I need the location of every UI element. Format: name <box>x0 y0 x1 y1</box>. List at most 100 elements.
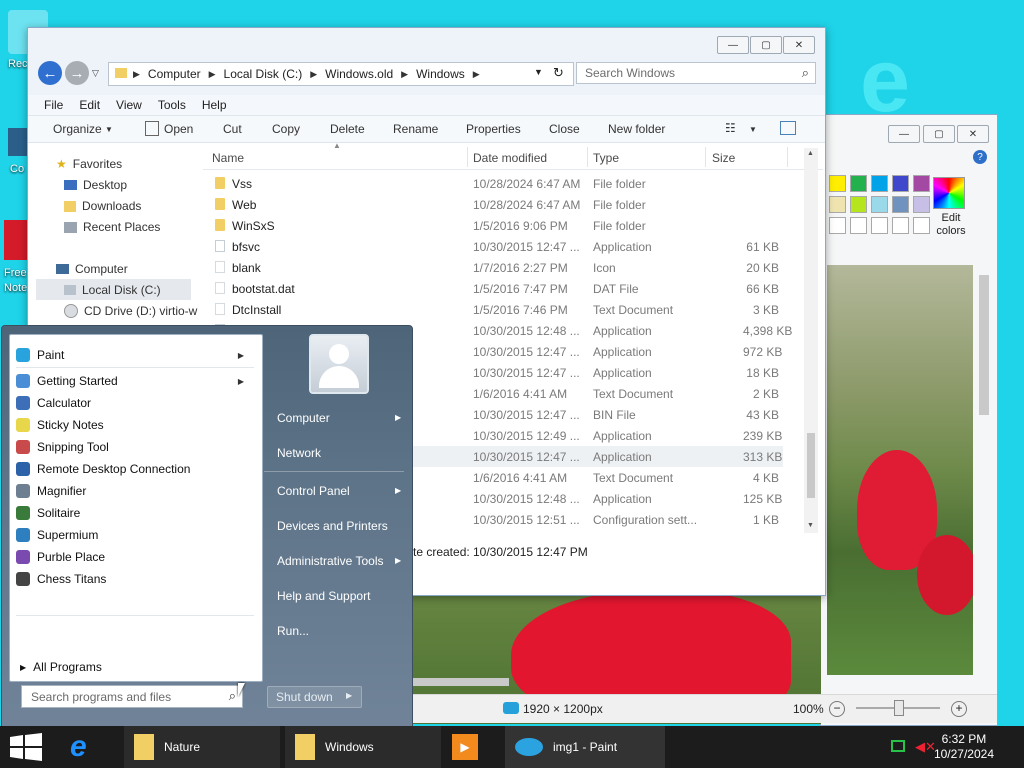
edit-colors-label[interactable]: Edit colors <box>931 212 971 238</box>
start-item-run[interactable]: Run... <box>277 624 309 638</box>
color-swatch[interactable] <box>829 217 846 234</box>
explorer-maximize-button[interactable]: ▢ <box>750 36 782 54</box>
start-item-network[interactable]: Network <box>277 446 321 460</box>
start-item-devices-printers[interactable]: Devices and Printers <box>277 519 388 533</box>
column-type[interactable]: Type <box>593 151 619 165</box>
menu-tools[interactable]: Tools <box>150 98 194 112</box>
start-search-input[interactable]: Search programs and files ⌕ <box>21 685 243 708</box>
volume-muted-icon[interactable]: ◀✕ <box>915 739 936 755</box>
network-icon[interactable] <box>891 740 905 752</box>
start-program-item[interactable]: Supermium <box>16 525 254 545</box>
color-swatch[interactable] <box>913 217 930 234</box>
nav-desktop[interactable]: Desktop <box>64 176 127 194</box>
desktop-icon-notes[interactable]: Note <box>4 282 27 294</box>
file-row[interactable]: blank 1/7/2016 2:27 PM Icon 20 KB <box>203 257 783 278</box>
color-swatch[interactable] <box>871 175 888 192</box>
color-swatch[interactable] <box>829 175 846 192</box>
nav-favorites[interactable]: ★ Favorites <box>56 155 122 173</box>
scroll-down-icon[interactable]: ▼ <box>807 522 814 529</box>
breadcrumb-local-disk[interactable]: Local Disk (C:) <box>218 67 309 81</box>
copy-button[interactable]: Copy <box>272 122 300 136</box>
file-row[interactable]: bfsvc 10/30/2015 12:47 ... Application 61 K… <box>203 236 783 257</box>
windows-start-icon[interactable] <box>10 733 42 761</box>
search-icon[interactable]: ⌕ <box>229 688 236 704</box>
taskbar-internet-explorer[interactable]: e <box>70 726 110 768</box>
start-program-item[interactable]: Magnifier <box>16 481 254 501</box>
column-size[interactable]: Size <box>712 151 735 165</box>
menu-view[interactable]: View <box>108 98 150 112</box>
paint-maximize-button[interactable]: ▢ <box>923 125 955 143</box>
taskbar-item-windows[interactable]: Windows <box>285 726 441 768</box>
taskbar-item-nature[interactable]: Nature <box>124 726 280 768</box>
color-swatch[interactable] <box>913 175 930 192</box>
file-row[interactable]: bootstat.dat 1/5/2016 7:47 PM DAT File 66 K… <box>203 278 783 299</box>
shutdown-button[interactable]: Shut down ▶ <box>267 686 362 708</box>
start-item-computer[interactable]: Computer <box>277 411 330 425</box>
color-swatch[interactable] <box>850 196 867 213</box>
zoom-slider-thumb[interactable] <box>894 700 904 716</box>
start-program-item[interactable]: Paint ▶ <box>16 345 254 365</box>
paint-horizontal-scrollbar[interactable] <box>411 678 509 686</box>
breadcrumb-windows-old[interactable]: Windows.old <box>319 67 399 81</box>
back-button[interactable]: ← <box>38 61 62 85</box>
nav-downloads[interactable]: Downloads <box>64 197 141 215</box>
desktop-icon-computer[interactable]: Co <box>10 163 24 175</box>
properties-button[interactable]: Properties <box>466 122 521 136</box>
column-date-modified[interactable]: Date modified <box>473 151 547 165</box>
nav-local-disk[interactable]: Local Disk (C:) <box>64 281 161 299</box>
system-clock[interactable]: 6:32 PM 10/27/2024 <box>934 732 994 762</box>
breadcrumb-windows[interactable]: Windows <box>410 67 471 81</box>
preview-pane-icon[interactable] <box>780 121 796 135</box>
scrollbar-thumb[interactable] <box>807 433 815 498</box>
paint-vertical-scrollbar[interactable] <box>979 275 989 415</box>
color-swatch[interactable] <box>871 196 888 213</box>
file-row[interactable]: DtcInstall 1/5/2016 7:46 PM Text Document 3… <box>203 299 783 320</box>
organize-button[interactable]: Organize <box>53 122 102 136</box>
nav-recent-places[interactable]: Recent Places <box>64 218 160 236</box>
file-row[interactable]: Vss 10/28/2024 6:47 AM File folder <box>203 173 783 194</box>
nav-computer[interactable]: Computer <box>56 260 128 278</box>
app-shortcut-icon[interactable] <box>4 220 28 260</box>
file-row[interactable]: WinSxS 1/5/2016 9:06 PM File folder <box>203 215 783 236</box>
address-dropdown-icon[interactable]: ▼ <box>534 67 543 77</box>
open-button[interactable]: Open <box>164 122 193 136</box>
color-swatch[interactable] <box>829 196 846 213</box>
scroll-up-icon[interactable]: ▲ <box>807 150 814 157</box>
column-name[interactable]: Name <box>212 151 244 165</box>
start-program-item[interactable]: Sticky Notes <box>16 415 254 435</box>
paint-close-button[interactable]: ✕ <box>957 125 989 143</box>
help-icon[interactable]: ? <box>973 150 987 164</box>
menu-file[interactable]: File <box>28 98 71 112</box>
start-program-item[interactable]: Chess Titans <box>16 569 254 589</box>
color-swatch[interactable] <box>913 196 930 213</box>
nav-cd-drive[interactable]: CD Drive (D:) virtio-w <box>64 302 197 320</box>
color-swatch[interactable] <box>850 175 867 192</box>
recent-pages-dropdown[interactable]: ▽ <box>92 68 99 79</box>
color-swatch[interactable] <box>892 217 909 234</box>
explorer-close-button[interactable]: ✕ <box>783 36 815 54</box>
menu-edit[interactable]: Edit <box>71 98 108 112</box>
organize-dropdown-icon[interactable]: ▼ <box>105 125 113 134</box>
taskbar-item-paint[interactable]: img1 - Paint <box>505 726 665 768</box>
all-programs-button[interactable]: ▶ All Programs <box>20 657 102 677</box>
chevron-right-icon[interactable]: ▶ <box>346 691 352 700</box>
rename-button[interactable]: Rename <box>393 122 438 136</box>
paint-canvas[interactable] <box>827 265 973 675</box>
zoom-out-button[interactable]: − <box>829 701 845 717</box>
explorer-minimize-button[interactable]: — <box>717 36 749 54</box>
breadcrumb-computer[interactable]: Computer <box>142 67 207 81</box>
color-swatch[interactable] <box>850 217 867 234</box>
view-dropdown-icon[interactable]: ▼ <box>749 125 757 134</box>
file-row[interactable]: Web 10/28/2024 6:47 AM File folder <box>203 194 783 215</box>
paint-minimize-button[interactable]: — <box>888 125 920 143</box>
delete-button[interactable]: Delete <box>330 122 365 136</box>
start-program-item[interactable]: Calculator <box>16 393 254 413</box>
close-button[interactable]: Close <box>549 122 580 136</box>
desktop-icon-recycle-bin[interactable]: Rec <box>8 58 28 70</box>
start-program-item[interactable]: Snipping Tool <box>16 437 254 457</box>
file-list-scrollbar[interactable]: ▲ ▼ <box>804 148 818 533</box>
menu-help[interactable]: Help <box>194 98 235 112</box>
start-program-item[interactable]: Solitaire <box>16 503 254 523</box>
taskbar-media-player[interactable]: ▶ <box>452 726 492 768</box>
start-item-admin-tools[interactable]: Administrative Tools <box>277 554 384 568</box>
